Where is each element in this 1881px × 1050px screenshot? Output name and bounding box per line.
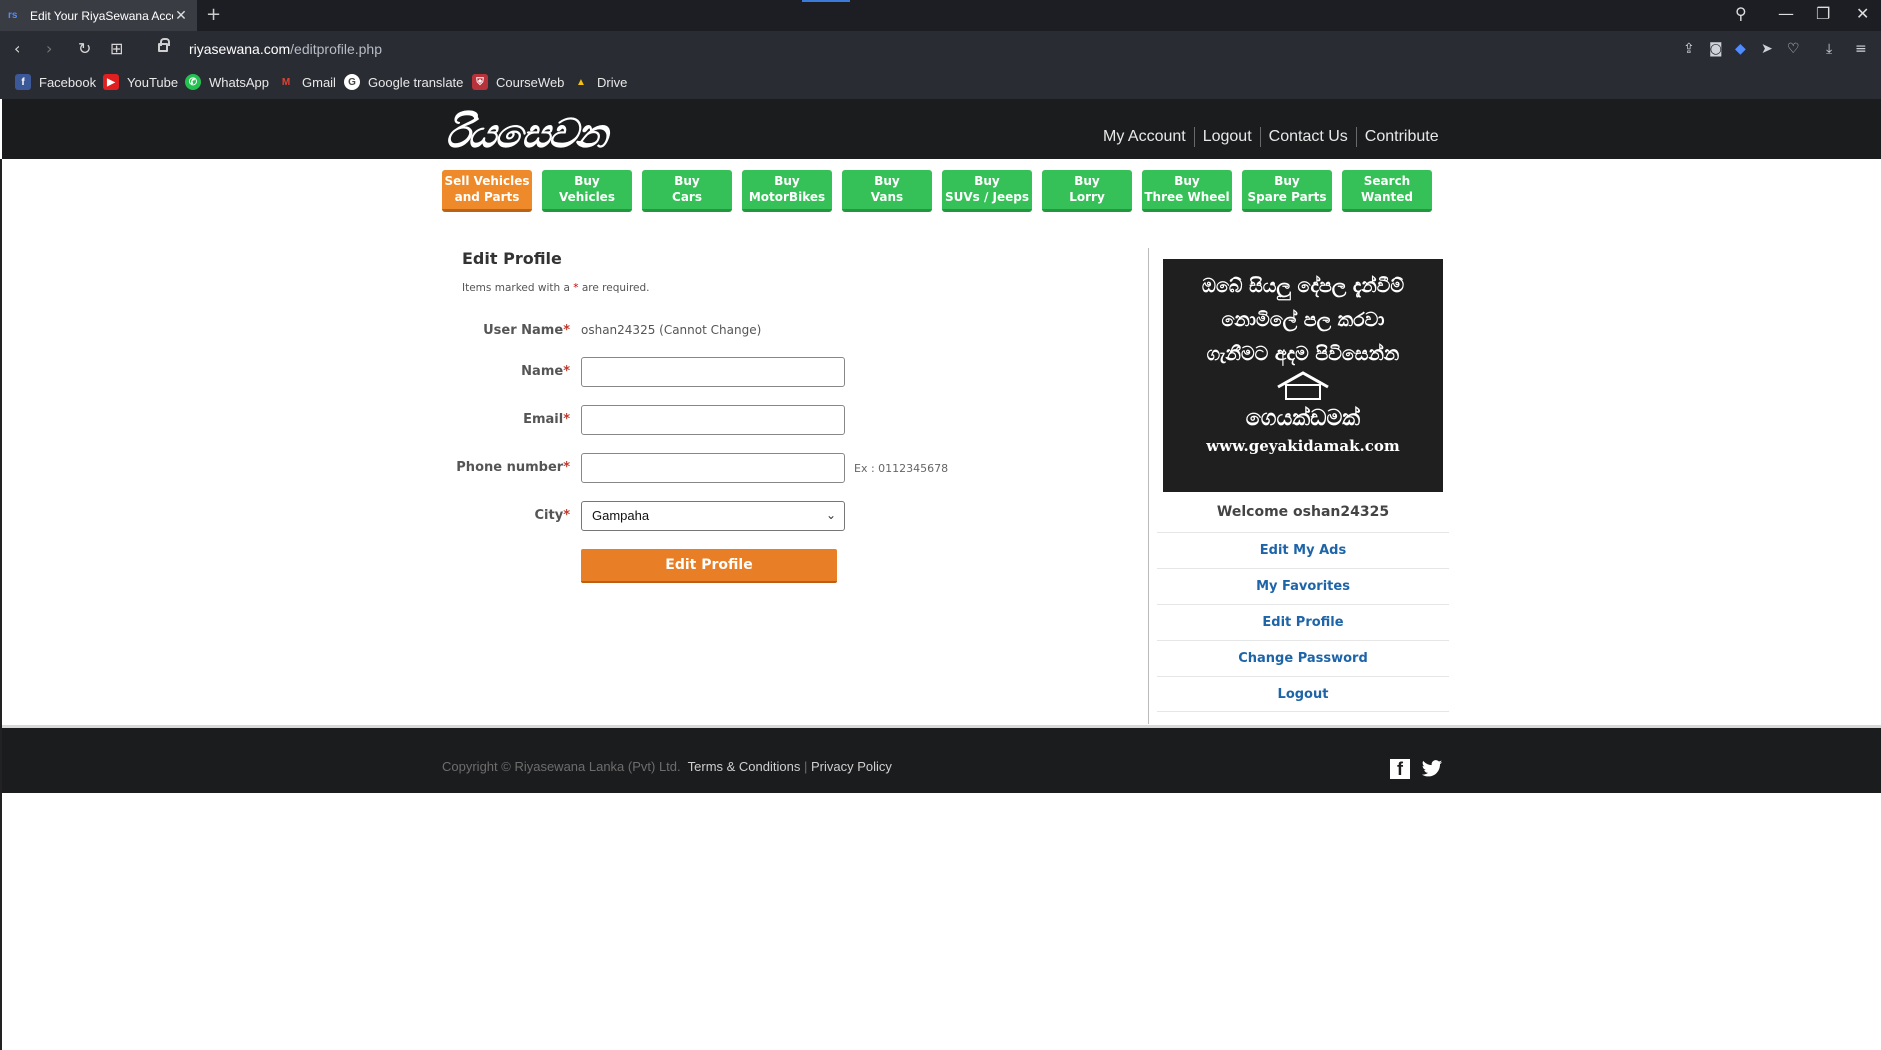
back-icon[interactable]: ‹ [14,39,20,58]
buy-vans-button[interactable]: Buy Vans [842,170,932,212]
name-label: Name* [521,364,570,379]
ad-line-2: නොමිලේ පල කරවා [1221,309,1385,331]
ad-website: www.geyakidamak.com [1206,437,1400,455]
buy-spare-parts-button[interactable]: Buy Spare Parts [1242,170,1332,212]
minimize-icon[interactable]: — [1778,4,1794,23]
ad-line-3: ගැනීමට අදම පිවිසෙන්න [1206,343,1400,365]
privacy-policy-link[interactable]: Privacy Policy [811,759,892,774]
required-note: Items marked with a * are required. [462,282,650,294]
my-account-link[interactable]: My Account [1103,128,1186,146]
bookmark-courseweb[interactable]: ⛨ CourseWeb [472,74,564,90]
contribute-link[interactable]: Contribute [1365,128,1439,146]
ad-brand: ගෙයක්ඩමක් [1245,405,1361,431]
buy-vehicles-button[interactable]: Buy Vehicles [542,170,632,212]
google-icon: G [344,74,360,90]
share-icon[interactable]: ⇪ [1683,41,1695,57]
favorites-heart-icon[interactable]: ♡ [1787,41,1800,57]
buy-three-wheel-button[interactable]: Buy Three Wheel [1142,170,1232,212]
buy-lorry-button[interactable]: Buy Lorry [1042,170,1132,212]
top-nav: My Account Logout Contact Us Contribute [1103,127,1439,147]
divider [1193,127,1195,147]
facebook-icon: f [15,74,31,90]
divider [1355,127,1357,147]
email-label: Email* [523,412,570,427]
sell-vehicles-button[interactable]: Sell Vehicles and Parts [442,170,532,212]
browser-tabstrip [0,0,1881,31]
whatsapp-icon: ✆ [185,74,201,90]
url-field[interactable]: riyasewana.com/editprofile.php [189,41,382,57]
camera-icon[interactable]: ◙ [1709,41,1723,57]
welcome-text: Welcome oshan24325 [1216,504,1390,520]
bookmark-gmail[interactable]: M Gmail [278,74,336,90]
buy-suvs-jeeps-button[interactable]: Buy SUVs / Jeeps [942,170,1032,212]
edit-profile-submit-button[interactable]: Edit Profile [581,549,837,583]
riyasewana-favicon-icon: rs [8,9,18,21]
close-window-icon[interactable]: ✕ [1856,4,1869,23]
tab-loading-indicator [802,0,850,2]
username-value: oshan24325 (Cannot Change) [581,323,762,337]
footer-separator: | [803,759,808,774]
edit-my-ads-link[interactable]: Edit My Ads [1157,532,1449,568]
bookmark-whatsapp[interactable]: ✆ WhatsApp [185,74,269,90]
bookmark-google-translate[interactable]: G Google translate [344,74,463,90]
email-field[interactable] [581,405,845,435]
bookmark-drive[interactable]: ▲ Drive [573,74,627,90]
phone-field[interactable] [581,453,845,483]
page-title: Edit Profile [462,249,562,268]
site-footer [2,725,1881,793]
bookmark-youtube[interactable]: ▶ YouTube [103,74,178,90]
restore-icon[interactable]: ❐ [1816,4,1830,23]
ad-line-1: ඔබේ සියලු දේපල දැන්වීම් [1201,275,1405,297]
buy-motorbikes-button[interactable]: Buy MotorBikes [742,170,832,212]
sidebar-logout-link[interactable]: Logout [1157,676,1449,712]
search-tabs-icon[interactable]: ⚲ [1735,4,1747,23]
lock-icon[interactable] [158,38,170,52]
buy-cars-button[interactable]: Buy Cars [642,170,732,212]
new-tab-icon[interactable]: + [206,4,221,25]
send-icon[interactable]: ➤ [1761,41,1773,57]
courseweb-icon: ⛨ [472,74,488,90]
house-logo-icon [1277,371,1329,400]
contact-us-link[interactable]: Contact Us [1269,128,1348,146]
city-label: City* [534,508,571,523]
phone-hint: Ex : 0112345678 [854,462,949,475]
menu-icon[interactable]: ≡ [1855,41,1867,57]
site-header [2,99,1881,159]
bookmark-facebook[interactable]: f Facebook [15,74,96,90]
chevron-down-icon: ⌄ [825,508,836,522]
tabs-grid-icon[interactable]: ⊞ [110,39,123,58]
drive-icon: ▲ [573,74,589,90]
browser-tab[interactable]: rs Edit Your RiyaSewana Acco ✕ [0,0,197,31]
gmail-icon: M [278,74,294,90]
twitter-social-icon[interactable] [1421,759,1443,779]
site-logo[interactable]: රියසෙවන [444,110,609,157]
forward-icon[interactable]: › [46,39,52,58]
tab-title: Edit Your RiyaSewana Acco [30,8,173,23]
vpn-shield-icon[interactable]: ◆ [1735,41,1746,57]
account-sidebar: Edit My Ads My Favorites Edit Profile Ch… [1157,532,1449,712]
edit-profile-link[interactable]: Edit Profile [1157,604,1449,640]
copyright-text: Copyright © Riyasewana Lanka (Pvt) Ltd. [442,759,681,774]
footer-text: Copyright © Riyasewana Lanka (Pvt) Ltd. … [442,759,892,774]
city-select[interactable]: Gampaha ⌄ [581,501,845,531]
close-tab-icon[interactable]: ✕ [173,7,189,24]
my-favorites-link[interactable]: My Favorites [1157,568,1449,604]
facebook-social-icon[interactable]: f [1390,759,1410,779]
change-password-link[interactable]: Change Password [1157,640,1449,676]
page-edge [0,159,2,1050]
reload-icon[interactable]: ↻ [78,39,91,58]
download-icon[interactable]: ⤓ [1826,41,1832,57]
column-divider [1148,248,1149,724]
username-label: User Name* [483,323,570,338]
category-nav: Sell Vehicles and Parts Buy Vehicles Buy Ca… [442,170,1432,212]
advertisement-banner[interactable]: ඔබේ සියලු දේපල දැන්වීම් නොමිලේ පල කරවා ග… [1163,259,1443,492]
phone-label: Phone number* [456,460,570,475]
youtube-icon: ▶ [103,74,119,90]
search-wanted-button[interactable]: Search Wanted [1342,170,1432,212]
terms-link[interactable]: Terms & Conditions [688,759,801,774]
name-field[interactable] [581,357,845,387]
logout-link[interactable]: Logout [1203,128,1252,146]
divider [1259,127,1261,147]
city-selected-value: Gampaha [592,508,650,523]
